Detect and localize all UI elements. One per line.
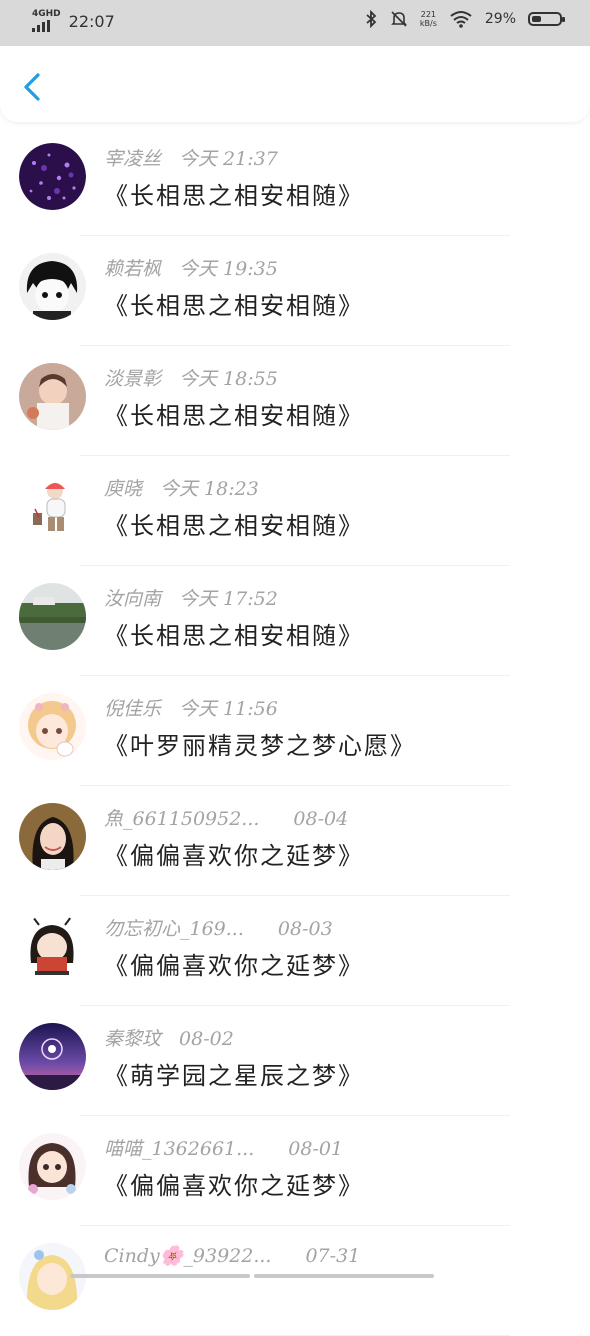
item-meta: 庾晓今天 18:23 bbox=[104, 474, 259, 501]
status-bar: 4GHD 22:07 221 kB/s 29% bbox=[0, 0, 590, 46]
item-meta: 魚_661150952... 08-04 bbox=[104, 804, 348, 831]
timestamp: 08-03 bbox=[278, 918, 333, 940]
book-title[interactable]: 《萌学园之星辰之梦》 bbox=[104, 1056, 364, 1091]
network-speed: 221 kB/s bbox=[420, 10, 437, 28]
timestamp: 今天 18:55 bbox=[179, 368, 278, 390]
top-nav-bar bbox=[0, 46, 590, 122]
status-left: 4GHD 22:07 bbox=[32, 10, 115, 32]
timestamp: 08-01 bbox=[288, 1138, 343, 1160]
network-type: 4GHD bbox=[32, 10, 61, 19]
item-meta: 喵喵_1362661... 08-01 bbox=[104, 1134, 343, 1161]
item-meta: 汝向南今天 17:52 bbox=[104, 584, 278, 611]
item-meta: 倪佳乐今天 11:56 bbox=[104, 694, 278, 721]
reader-list: 宰凌丝今天 21:37《长相思之相安相随》赖若枫今天 19:35《长相思之相安相… bbox=[0, 126, 590, 1336]
timestamp: 08-02 bbox=[179, 1028, 234, 1050]
battery-percent: 29% bbox=[485, 11, 516, 27]
wifi-icon bbox=[449, 10, 473, 28]
signal-indicator: 4GHD bbox=[32, 10, 61, 32]
user-name[interactable]: 赖若枫 bbox=[104, 258, 161, 280]
avatar[interactable] bbox=[19, 913, 86, 980]
user-name[interactable]: 汝向南 bbox=[104, 588, 161, 610]
book-title[interactable]: 《长相思之相安相随》 bbox=[104, 396, 364, 431]
list-item[interactable]: 淡景彰今天 18:55 《长相思之相安相随》 bbox=[0, 346, 590, 456]
user-name[interactable]: 庾晓 bbox=[104, 478, 142, 500]
user-name[interactable]: 淡景彰 bbox=[104, 368, 161, 390]
status-right: 221 kB/s 29% bbox=[364, 10, 562, 28]
bluetooth-icon bbox=[364, 10, 378, 28]
item-meta: 赖若枫今天 19:35 bbox=[104, 254, 278, 281]
timestamp: 今天 21:37 bbox=[179, 148, 278, 170]
list-item[interactable]: 宰凌丝今天 21:37 《长相思之相安相随》 bbox=[0, 126, 590, 236]
book-title[interactable]: 《偏偏喜欢你之延梦》 bbox=[104, 946, 364, 981]
chevron-left-icon[interactable] bbox=[18, 70, 48, 104]
scroll-segment bbox=[254, 1274, 434, 1278]
battery-fill bbox=[532, 16, 541, 22]
list-item[interactable]: Cindy🌸_93922... 07-31 bbox=[0, 1226, 590, 1336]
book-title[interactable]: 《叶罗丽精灵梦之梦心愿》 bbox=[104, 726, 416, 761]
item-meta: Cindy🌸_93922... 07-31 bbox=[104, 1244, 360, 1267]
avatar[interactable] bbox=[19, 363, 86, 430]
list-item[interactable]: 庾晓今天 18:23 《长相思之相安相随》 bbox=[0, 456, 590, 566]
avatar[interactable] bbox=[19, 693, 86, 760]
user-name[interactable]: 倪佳乐 bbox=[104, 698, 161, 720]
list-item[interactable]: 汝向南今天 17:52 《长相思之相安相随》 bbox=[0, 566, 590, 676]
user-name[interactable]: 魚_661150952... bbox=[104, 808, 259, 830]
list-item[interactable]: 魚_661150952... 08-04 《偏偏喜欢你之延梦》 bbox=[0, 786, 590, 896]
clock: 22:07 bbox=[69, 12, 115, 31]
avatar[interactable] bbox=[19, 473, 86, 540]
book-title[interactable]: 《偏偏喜欢你之延梦》 bbox=[104, 1166, 364, 1201]
avatar[interactable] bbox=[19, 1133, 86, 1200]
mute-icon bbox=[390, 10, 408, 28]
timestamp: 今天 11:56 bbox=[179, 698, 278, 720]
timestamp: 今天 17:52 bbox=[179, 588, 278, 610]
book-title[interactable]: 《长相思之相安相随》 bbox=[104, 176, 364, 211]
list-item[interactable]: 秦黎玟 08-02 《萌学园之星辰之梦》 bbox=[0, 1006, 590, 1116]
user-name[interactable]: Cindy🌸_93922... bbox=[104, 1245, 271, 1267]
user-name[interactable]: 喵喵_1362661... bbox=[104, 1138, 254, 1160]
avatar[interactable] bbox=[19, 143, 86, 210]
item-meta: 勿忘初心_169... 08-03 bbox=[104, 914, 333, 941]
avatar[interactable] bbox=[19, 1023, 86, 1090]
item-meta: 淡景彰今天 18:55 bbox=[104, 364, 278, 391]
avatar[interactable] bbox=[19, 253, 86, 320]
list-item[interactable]: 勿忘初心_169... 08-03 《偏偏喜欢你之延梦》 bbox=[0, 896, 590, 1006]
timestamp: 07-31 bbox=[305, 1245, 360, 1267]
signal-bars-icon bbox=[32, 20, 50, 32]
battery-icon bbox=[528, 12, 562, 26]
user-name[interactable]: 宰凌丝 bbox=[104, 148, 161, 170]
bottom-scroll-indicator bbox=[0, 1274, 590, 1280]
user-name[interactable]: 秦黎玟 bbox=[104, 1028, 161, 1050]
avatar[interactable] bbox=[19, 803, 86, 870]
book-title[interactable]: 《长相思之相安相随》 bbox=[104, 616, 364, 651]
book-title[interactable]: 《长相思之相安相随》 bbox=[104, 286, 364, 321]
list-item[interactable]: 喵喵_1362661... 08-01 《偏偏喜欢你之延梦》 bbox=[0, 1116, 590, 1226]
speed-value: 221 bbox=[420, 10, 437, 19]
speed-unit: kB/s bbox=[420, 19, 437, 28]
scroll-segment bbox=[70, 1274, 250, 1278]
timestamp: 08-04 bbox=[293, 808, 348, 830]
avatar[interactable] bbox=[19, 583, 86, 650]
book-title[interactable]: 《偏偏喜欢你之延梦》 bbox=[104, 836, 364, 871]
list-item[interactable]: 赖若枫今天 19:35 《长相思之相安相随》 bbox=[0, 236, 590, 346]
timestamp: 今天 18:23 bbox=[160, 478, 259, 500]
list-item[interactable]: 倪佳乐今天 11:56 《叶罗丽精灵梦之梦心愿》 bbox=[0, 676, 590, 786]
item-meta: 秦黎玟 08-02 bbox=[104, 1024, 234, 1051]
timestamp: 今天 19:35 bbox=[179, 258, 278, 280]
item-meta: 宰凌丝今天 21:37 bbox=[104, 144, 278, 171]
book-title[interactable]: 《长相思之相安相随》 bbox=[104, 506, 364, 541]
user-name[interactable]: 勿忘初心_169... bbox=[104, 918, 244, 940]
